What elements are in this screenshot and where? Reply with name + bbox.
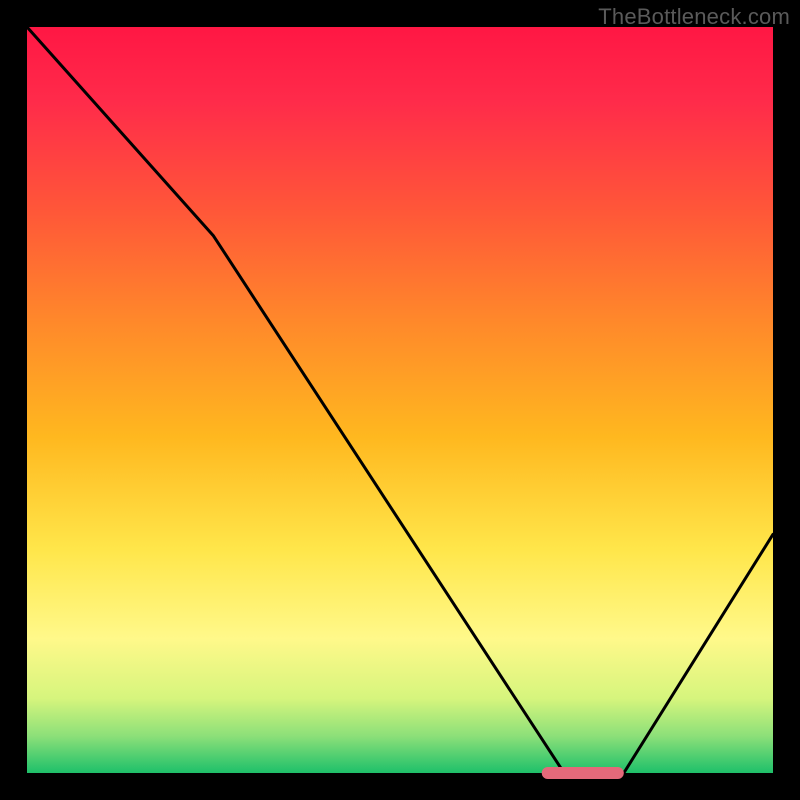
bottleneck-chart xyxy=(0,0,800,800)
watermark-text: TheBottleneck.com xyxy=(598,4,790,30)
optimal-marker xyxy=(542,767,624,779)
chart-frame: TheBottleneck.com xyxy=(0,0,800,800)
plot-background xyxy=(27,27,773,773)
